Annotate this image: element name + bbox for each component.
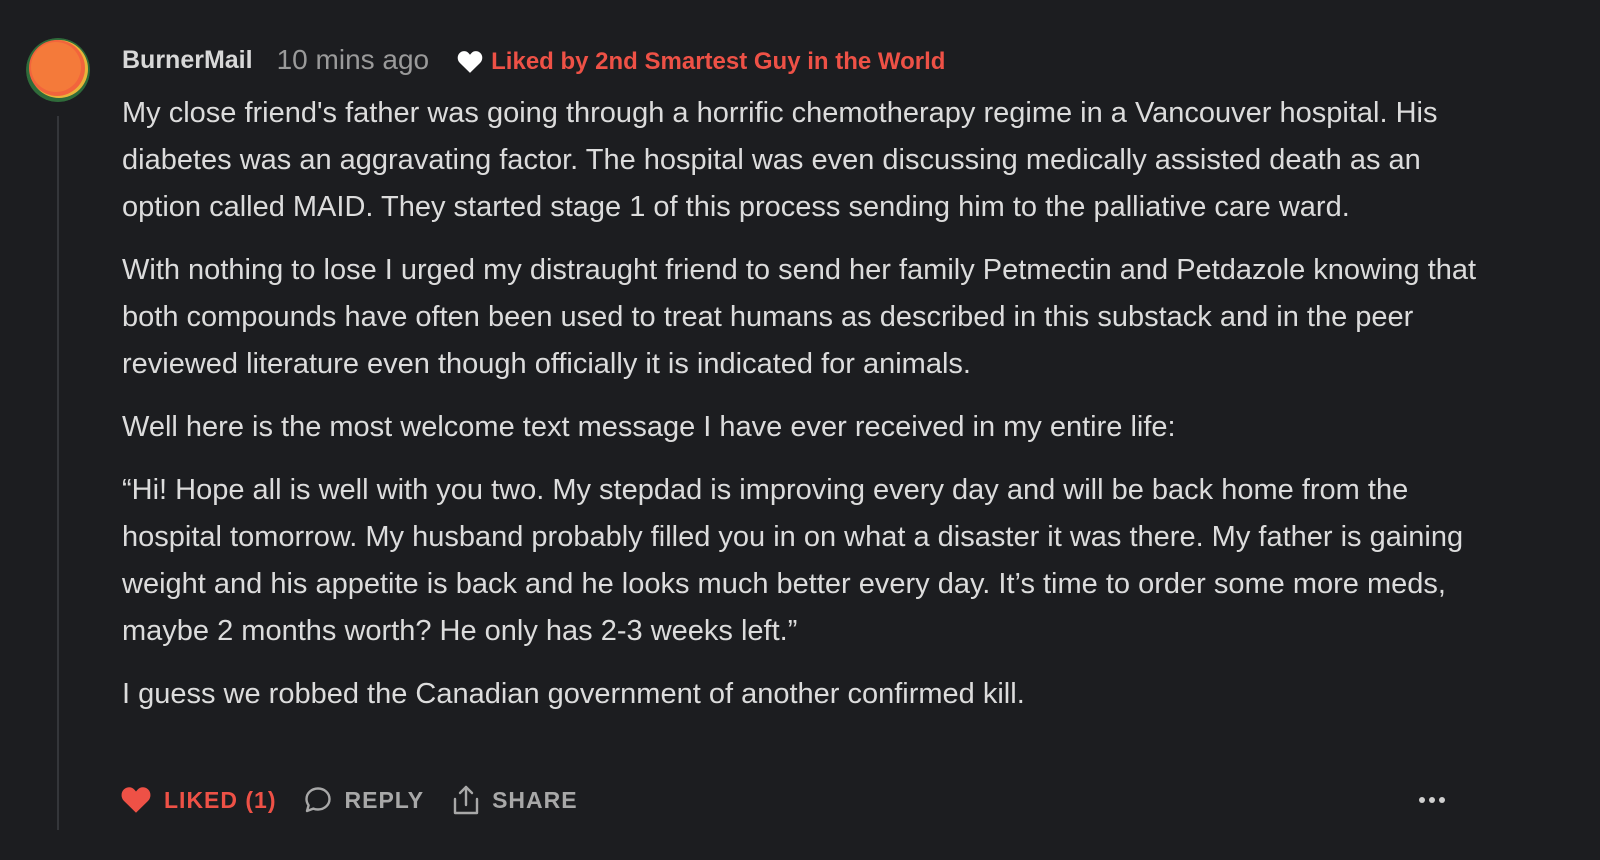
avatar-image <box>26 38 90 102</box>
comment-paragraph: I guess we robbed the Canadian governmen… <box>122 678 1025 710</box>
heart-icon <box>457 51 483 73</box>
comment-paragraph: My close friend's father was going throu… <box>122 97 1438 223</box>
comment: BurnerMail 10 mins ago Liked by 2nd Smar… <box>0 0 1600 860</box>
share-upload-icon <box>453 785 479 815</box>
author-name[interactable]: BurnerMail <box>122 46 253 75</box>
liked-by-text: Liked by 2nd Smartest Guy in the World <box>491 48 946 75</box>
more-dots-icon <box>1419 797 1445 803</box>
timestamp[interactable]: 10 mins ago <box>277 44 430 76</box>
comment-actions: LIKED (1) REPLY SHARE <box>120 780 1460 820</box>
like-label: LIKED (1) <box>164 786 277 813</box>
comment-paragraph: With nothing to lose I urged my distraug… <box>122 254 1477 380</box>
speech-bubble-icon <box>304 787 331 813</box>
avatar[interactable] <box>26 38 90 102</box>
comment-paragraph: “Hi! Hope all is well with you two. My s… <box>122 474 1464 647</box>
like-button[interactable]: LIKED (1) <box>120 786 277 814</box>
comment-header: BurnerMail 10 mins ago Liked by 2nd Smar… <box>122 40 945 80</box>
share-button[interactable]: SHARE <box>452 784 578 816</box>
share-label: SHARE <box>492 786 578 813</box>
more-options-button[interactable] <box>1418 791 1446 809</box>
reply-label: REPLY <box>344 786 425 813</box>
comment-paragraph: Well here is the most welcome text messa… <box>122 411 1176 443</box>
thread-line[interactable] <box>57 116 59 830</box>
liked-by-badge: Liked by 2nd Smartest Guy in the World <box>457 48 945 76</box>
comment-body: My close friend's father was going throu… <box>122 90 1482 734</box>
reply-button[interactable]: REPLY <box>303 785 425 815</box>
heart-filled-icon <box>121 787 151 813</box>
